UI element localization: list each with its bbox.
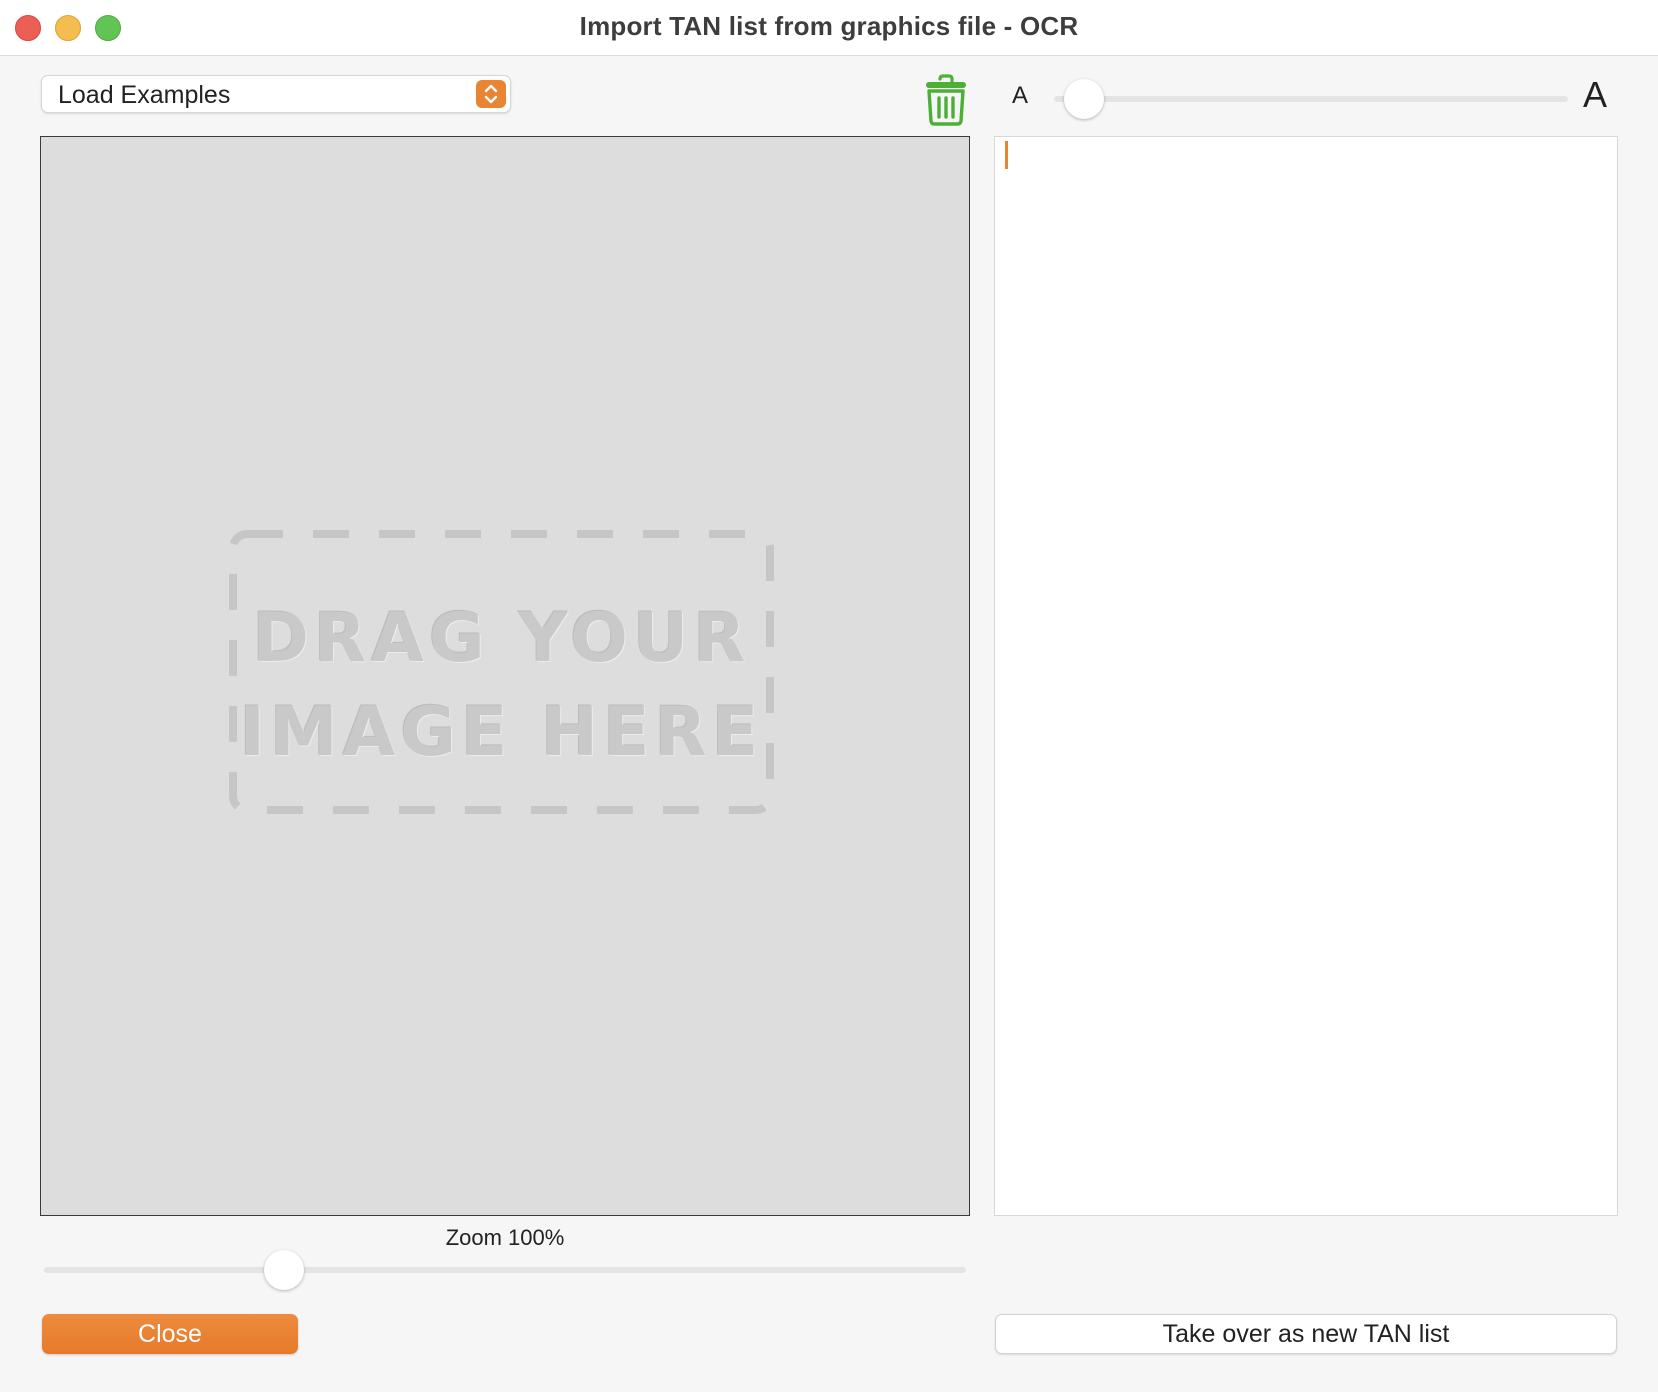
take-over-tan-list-button[interactable]: Take over as new TAN list bbox=[995, 1314, 1617, 1354]
window-title: Import TAN list from graphics file - OCR bbox=[579, 11, 1079, 41]
zoom-label: Zoom 100% bbox=[445, 1225, 565, 1250]
image-drop-area[interactable]: DRAG YOUR IMAGE HERE bbox=[40, 136, 970, 1216]
zoom-slider-track[interactable] bbox=[44, 1267, 966, 1273]
close-button[interactable]: Close bbox=[42, 1314, 298, 1354]
load-examples-label: Load Examples bbox=[58, 81, 231, 109]
ocr-import-window: Import TAN list from graphics file - OCR… bbox=[0, 0, 1658, 1392]
drop-placeholder-text: DRAG YOUR IMAGE HERE bbox=[229, 592, 774, 780]
font-size-small-label: A bbox=[1012, 82, 1029, 109]
title-bar[interactable]: Import TAN list from graphics file - OCR bbox=[0, 0, 1658, 56]
font-size-slider-track[interactable] bbox=[1054, 96, 1568, 102]
drop-placeholder-line-2: IMAGE HERE bbox=[239, 693, 764, 772]
ocr-text-output[interactable] bbox=[994, 136, 1618, 1216]
trash-icon[interactable] bbox=[924, 74, 968, 126]
zoom-slider-thumb[interactable] bbox=[264, 1250, 304, 1290]
chevron-up-down-icon bbox=[476, 80, 506, 108]
font-size-large-label: A bbox=[1583, 74, 1608, 115]
text-caret bbox=[1005, 141, 1008, 169]
load-examples-popup[interactable]: Load Examples bbox=[41, 75, 511, 113]
font-size-slider-thumb[interactable] bbox=[1064, 79, 1104, 119]
drop-placeholder-line-1: DRAG YOUR bbox=[252, 599, 751, 678]
